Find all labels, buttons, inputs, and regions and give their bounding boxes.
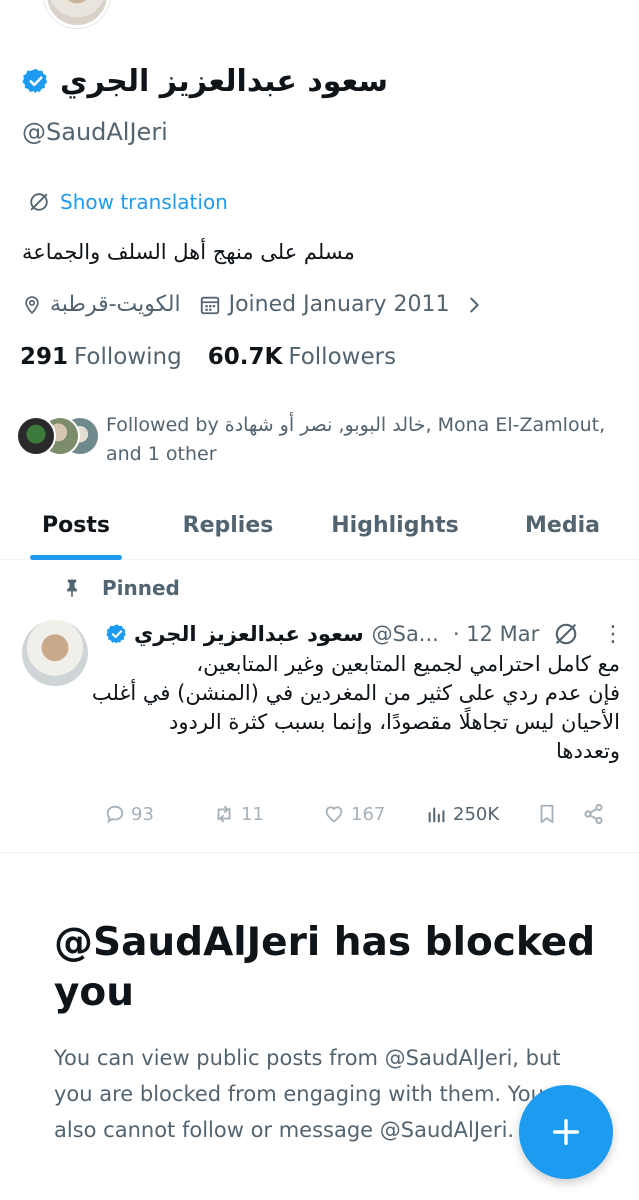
tab-media[interactable]: Media [486,490,639,560]
post-author-name[interactable]: سعود عبدالعزيز الجري [134,622,364,646]
verified-badge-icon [106,624,126,644]
profile-display-name: سعود عبدالعزيز الجري [60,63,388,99]
location-text: الكويت-قرطبة [50,292,181,317]
active-tab-indicator [30,555,122,560]
profile-tabs: Posts Replies Highlights Media [0,490,639,560]
pinned-indicator: Pinned [62,576,180,600]
tab-label: Highlights [331,512,459,538]
following-label: Following [74,344,182,370]
post-text-line: فإن عدم ردي على كثير من المغردين في (الم… [91,681,620,705]
following-link[interactable]: 291 Following [20,344,182,370]
profile-avatar[interactable] [44,0,110,28]
profile-location: الكويت-قرطبة [22,292,181,317]
tab-posts[interactable]: Posts [0,490,152,560]
blocked-title: @SaudAlJeri has blocked you [54,920,596,1015]
followers-label: Followers [288,344,397,370]
profile-meta: الكويت-قرطبة Joined January 2011 [22,292,485,317]
like-count: 167 [351,803,386,825]
pinned-label: Pinned [102,576,180,600]
followed-by-text: Followed by خالد البوبو, نصر أو شهادة, M… [106,411,605,469]
followers-count: 60.7K [207,344,283,370]
translate-icon [30,193,48,211]
followed-by[interactable]: Followed by خالد البوبو, نصر أو شهادة, M… [16,410,616,469]
post-text-line: الأحيان ليس تجاهلًا مقصودًا، وإنما بسبب … [169,710,620,734]
post-author-avatar[interactable] [22,620,88,686]
profile-bio: مسلم على منهج أهل السلف والجماعة [22,240,355,264]
reply-button[interactable]: 93 [104,798,154,830]
followers-link[interactable]: 60.7K Followers [208,344,396,370]
heart-icon [325,806,343,823]
joined-text: Joined January 2011 [228,292,450,317]
views-icon [428,807,445,823]
post-text: مع كامل احترامي لجميع المتابعين وغير الم… [91,650,620,766]
more-options-icon[interactable]: ⋮ [602,622,624,647]
profile-counts: 291 Following 60.7K Followers [20,344,396,370]
tab-replies[interactable]: Replies [152,490,304,560]
post-actions: 93 11 167 250K [104,798,614,830]
followed-by-line: Followed by خالد البوبو, نصر أو شهادة, M… [106,414,606,436]
tab-label: Media [525,512,600,538]
post-date[interactable]: · 12 Mar [453,622,539,646]
plus-icon [552,1118,580,1146]
views-count: 250K [453,803,500,825]
pin-icon [67,579,77,598]
views-button[interactable]: 250K [426,798,499,830]
post-header: سعود عبدالعزيز الجري @Sa... · 12 Mar ⋮ [106,617,624,651]
reply-count: 93 [131,803,154,825]
show-translation-button[interactable]: Show translation [28,190,228,214]
repost-count: 11 [241,803,264,825]
chevron-right-icon[interactable] [463,294,485,316]
location-pin-icon [25,295,39,314]
profile-handle: @SaudAlJeri [22,118,168,146]
avatar [16,416,56,456]
tab-label: Replies [182,512,274,538]
share-button[interactable] [582,798,606,830]
blocked-description: You can view public posts from @SaudAlJe… [54,1046,561,1142]
calendar-icon [200,296,219,314]
repost-button[interactable]: 11 [212,798,264,830]
followed-by-avatars [16,410,100,456]
compose-post-button[interactable] [519,1085,613,1179]
post-author-handle[interactable]: @Sa... [372,622,439,646]
repost-icon [217,805,231,823]
post-text-line: مع كامل احترامي لجميع المتابعين وغير الم… [196,652,620,676]
translate-icon[interactable] [553,621,579,647]
divider [0,852,639,853]
like-button[interactable]: 167 [322,798,385,830]
profile-joined[interactable]: Joined January 2011 [199,292,486,317]
post-text-line: وتعددها [556,739,620,763]
show-translation-label: Show translation [60,190,228,214]
share-icon [584,803,603,825]
bookmark-button[interactable] [536,798,558,830]
bookmark-icon [540,804,554,824]
profile-name-row: سعود عبدالعزيز الجري [22,60,388,102]
reply-icon [106,805,124,824]
tab-label: Posts [42,512,110,538]
followed-by-line: and 1 other [106,443,217,465]
verified-badge-icon [22,68,48,94]
tab-highlights[interactable]: Highlights [304,490,486,560]
following-count: 291 [20,344,69,370]
